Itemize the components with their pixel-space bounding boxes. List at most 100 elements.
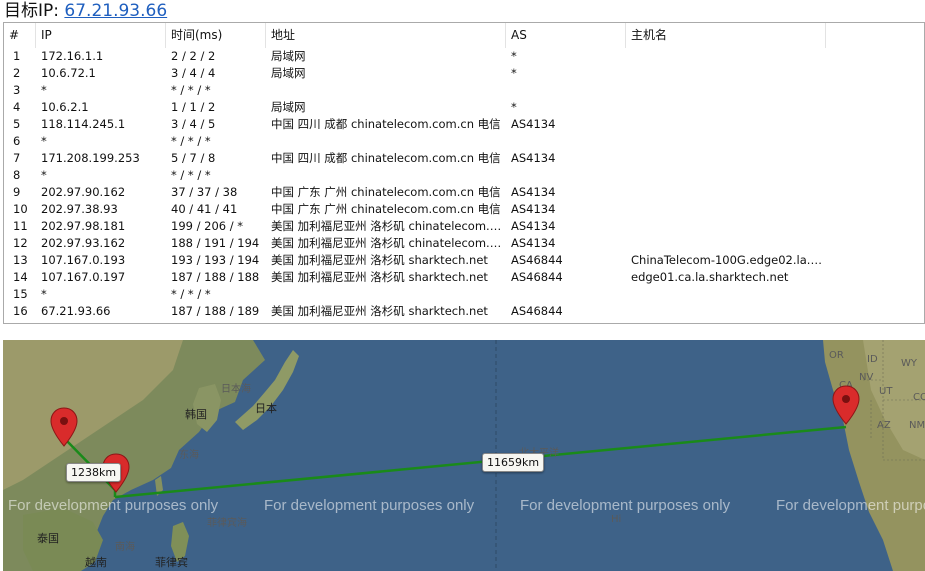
- hop-time: 37 / 37 / 38: [171, 185, 238, 199]
- hop-index: 6: [13, 134, 21, 148]
- map-label-state-co: CO: [913, 392, 925, 403]
- table-row[interactable]: 4 10.6.2.1 1 / 1 / 2 局域网 *: [4, 99, 924, 116]
- hop-as: *: [511, 100, 517, 114]
- map-watermark-3: For development purposes only: [520, 497, 731, 514]
- hop-address: 局域网: [271, 100, 306, 114]
- hop-as: AS4134: [511, 151, 556, 165]
- hop-index: 16: [13, 304, 28, 318]
- hop-ip: 107.167.0.197: [41, 270, 126, 284]
- hop-address: 美国 加利福尼亚州 洛杉矶 sharktech.net: [271, 253, 488, 267]
- hop-as: AS4134: [511, 202, 556, 216]
- hop-address: 局域网: [271, 66, 306, 80]
- route-map[interactable]: 日本海 韩国 日本 东海 北太平洋 泰国 越南 南海 菲律宾 菲律宾海 Hi O…: [3, 340, 925, 571]
- hop-ip: 202.97.38.93: [41, 202, 118, 216]
- map-watermark-1: For development purposes only: [8, 497, 219, 514]
- column-header-address[interactable]: 地址: [266, 23, 506, 48]
- hop-address: 美国 加利福尼亚州 洛杉矶 chinatelecom.c...: [271, 219, 506, 233]
- hop-time: 188 / 191 / 194: [171, 236, 260, 250]
- table-row[interactable]: 15 * * / * / *: [4, 286, 924, 303]
- hop-ip: 107.167.0.193: [41, 253, 126, 267]
- hop-index: 14: [13, 270, 28, 284]
- hop-index: 2: [13, 66, 21, 80]
- target-ip-link[interactable]: 67.21.93.66: [64, 1, 167, 21]
- hop-as: AS4134: [511, 117, 556, 131]
- hop-address: 局域网: [271, 49, 306, 63]
- column-header-ip[interactable]: IP: [36, 23, 166, 48]
- distance-label-long: 11659km: [482, 453, 545, 472]
- hop-address: 美国 加利福尼亚州 洛杉矶 sharktech.net: [271, 304, 488, 318]
- hop-ip: *: [41, 168, 47, 182]
- hop-ip: 118.114.245.1: [41, 117, 126, 131]
- column-header-index[interactable]: #: [4, 23, 36, 48]
- hop-address: 美国 加利福尼亚州 洛杉矶 chinatelecom.c...: [271, 236, 506, 250]
- hop-hostname: ChinaTelecom-100G.edge02.la.ca.s...: [631, 253, 826, 267]
- target-ip-header: 目标IP: 67.21.93.66: [0, 0, 925, 22]
- table-row[interactable]: 5 118.114.245.1 3 / 4 / 5 中国 四川 成都 chinatel…: [4, 116, 924, 133]
- hop-ip: *: [41, 287, 47, 301]
- hop-as: *: [511, 49, 517, 63]
- hop-time: 1 / 1 / 2: [171, 100, 216, 114]
- hop-index: 13: [13, 253, 28, 267]
- map-label-korea: 韩国: [185, 408, 207, 421]
- table-row[interactable]: 9 202.97.90.162 37 / 37 / 38 中国 广东 广州 china…: [4, 184, 924, 201]
- table-row[interactable]: 10 202.97.38.93 40 / 41 / 41 中国 广东 广州 china…: [4, 201, 924, 218]
- table-row[interactable]: 2 10.6.72.1 3 / 4 / 4 局域网 *: [4, 65, 924, 82]
- table-header: # IP 时间(ms) 地址 AS 主机名: [4, 23, 924, 48]
- hop-time: 3 / 4 / 5: [171, 117, 216, 131]
- table-row[interactable]: 1 172.16.1.1 2 / 2 / 2 局域网 *: [4, 48, 924, 65]
- column-header-time[interactable]: 时间(ms): [166, 23, 266, 48]
- hop-as: AS46844: [511, 253, 563, 267]
- map-marker-chengdu[interactable]: [50, 407, 78, 447]
- hop-index: 3: [13, 83, 21, 97]
- hop-ip: *: [41, 134, 47, 148]
- hop-as: AS4134: [511, 185, 556, 199]
- hop-address: 中国 广东 广州 chinatelecom.com.cn 电信: [271, 185, 501, 199]
- hop-as: *: [511, 66, 517, 80]
- table-row[interactable]: 12 202.97.93.162 188 / 191 / 194 美国 加利福尼亚州 …: [4, 235, 924, 252]
- hop-address: 中国 广东 广州 chinatelecom.com.cn 电信: [271, 202, 501, 216]
- hop-index: 7: [13, 151, 21, 165]
- hop-index: 11: [13, 219, 28, 233]
- table-row[interactable]: 7 171.208.199.253 5 / 7 / 8 中国 四川 成都 chinat…: [4, 150, 924, 167]
- hop-ip: 171.208.199.253: [41, 151, 140, 165]
- hop-time: 199 / 206 / *: [171, 219, 244, 233]
- map-label-state-wy: WY: [901, 358, 917, 369]
- hop-time: 40 / 41 / 41: [171, 202, 238, 216]
- hop-time: 187 / 188 / 188: [171, 270, 260, 284]
- table-row[interactable]: 8 * * / * / *: [4, 167, 924, 184]
- target-ip-label: 目标IP:: [4, 1, 59, 21]
- hop-ip: 202.97.98.181: [41, 219, 126, 233]
- hop-ip: 67.21.93.66: [41, 304, 111, 318]
- hop-ip: 10.6.2.1: [41, 100, 89, 114]
- table-row[interactable]: 6 * * / * / *: [4, 133, 924, 150]
- hop-time: 193 / 193 / 194: [171, 253, 260, 267]
- hop-as: AS4134: [511, 219, 556, 233]
- map-label-vietnam: 越南: [85, 556, 107, 569]
- column-header-hostname[interactable]: 主机名: [626, 23, 826, 48]
- hop-time: * / * / *: [171, 168, 211, 182]
- distance-label-short: 1238km: [66, 463, 122, 482]
- map-marker-los-angeles[interactable]: [832, 385, 860, 425]
- hop-ip: 172.16.1.1: [41, 49, 104, 63]
- map-label-state-az: AZ: [877, 420, 891, 431]
- table-row[interactable]: 14 107.167.0.197 187 / 188 / 188 美国 加利福尼亚州 …: [4, 269, 924, 286]
- map-label-philippine-sea: 菲律宾海: [207, 518, 247, 529]
- hop-index: 1: [13, 49, 21, 63]
- table-row[interactable]: 11 202.97.98.181 199 / 206 / * 美国 加利福尼亚州 洛杉…: [4, 218, 924, 235]
- hop-ip: 202.97.93.162: [41, 236, 126, 250]
- table-row[interactable]: 16 67.21.93.66 187 / 188 / 189 美国 加利福尼亚州 洛杉…: [4, 303, 924, 320]
- traceroute-table: # IP 时间(ms) 地址 AS 主机名 1 172.16.1.1 2 / 2 /…: [3, 22, 925, 324]
- table-row[interactable]: 13 107.167.0.193 193 / 193 / 194 美国 加利福尼亚州 …: [4, 252, 924, 269]
- column-header-as[interactable]: AS: [506, 23, 626, 48]
- map-label-state-nv: NV: [859, 372, 874, 383]
- hop-time: * / * / *: [171, 134, 211, 148]
- table-row[interactable]: 3 * * / * / *: [4, 82, 924, 99]
- hop-index: 10: [13, 202, 28, 216]
- map-label-south-sea: 南海: [115, 542, 135, 553]
- hop-as: AS4134: [511, 236, 556, 250]
- hop-ip: *: [41, 83, 47, 97]
- map-label-japan-sea: 日本海: [221, 384, 251, 395]
- map-label-philippines: 菲律宾: [155, 556, 188, 569]
- hop-time: * / * / *: [171, 83, 211, 97]
- map-label-state-nm: NM: [909, 420, 925, 431]
